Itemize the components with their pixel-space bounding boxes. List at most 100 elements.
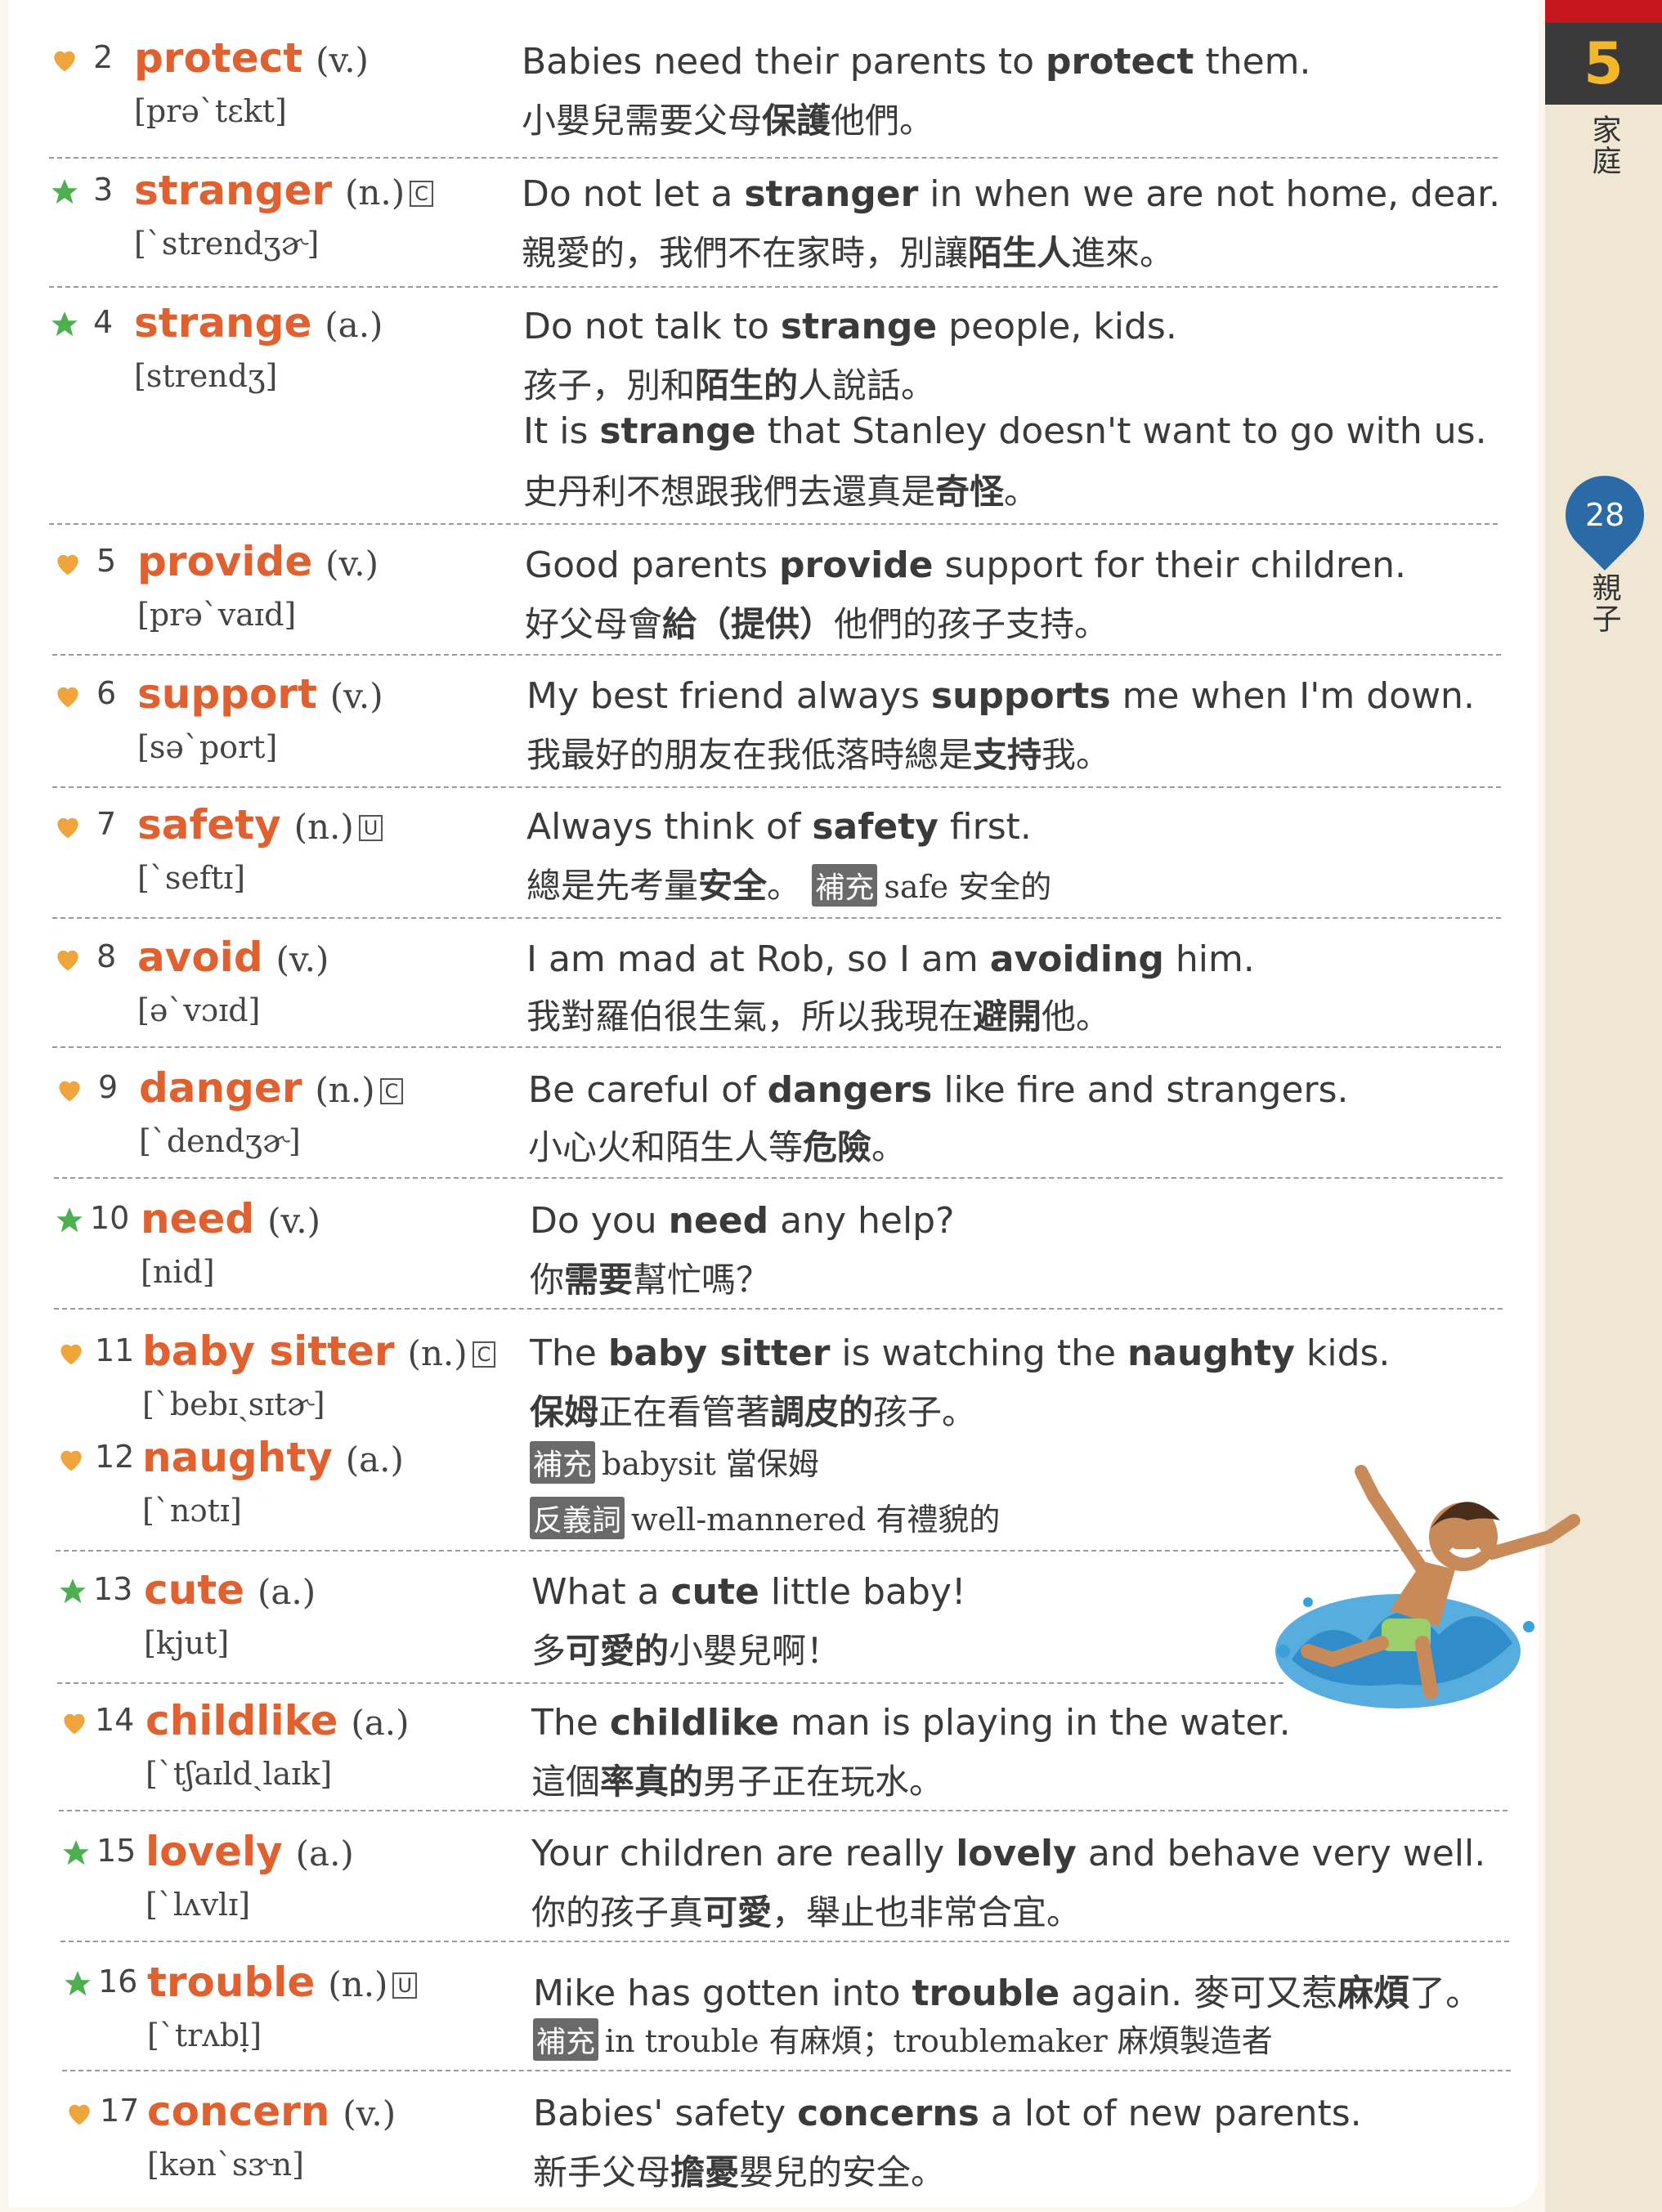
heart-icon [64, 1713, 85, 1735]
phonetic: [prəˋvaɪd] [137, 597, 297, 633]
supplement-text: in trouble 有麻煩；troublemaker 麻煩製造者 [605, 2023, 1273, 2059]
entry-number: 2 [93, 39, 114, 75]
headword: baby sitter [142, 1328, 395, 1375]
example-zh: 新手父母擔憂嬰兒的安全。 [533, 2152, 946, 2192]
phonetic: [ˋstrendʒɚ] [134, 226, 320, 262]
heart-icon [57, 817, 78, 839]
phonetic: [səˋport] [137, 729, 278, 765]
example-zh: 你的孩子真可愛，舉止也非常合宜。 [531, 1892, 1082, 1932]
headword: support [137, 670, 317, 718]
entry-number: 17 [100, 2093, 140, 2129]
example-zh: 小嬰兒需要父母保護他們。 [522, 101, 934, 141]
part-of-speech: (n.) [344, 172, 405, 213]
phonetic: [kjut] [144, 1625, 230, 1661]
example-zh: 這個率真的男子正在玩水。 [531, 1762, 944, 1802]
headword: provide [137, 538, 313, 585]
headword: stranger [134, 167, 333, 214]
antonym-note: 反義詞 well-mannered 有禮貌的 [530, 1494, 1000, 1539]
phonetic: [ˋseftɪ] [137, 860, 246, 896]
star-icon [60, 1578, 86, 1604]
divider [49, 157, 1498, 159]
phonetic: [ˋtrʌbḷ] [147, 2017, 262, 2053]
supplement-tag: 補充 [530, 1441, 596, 1484]
star-icon [56, 1207, 83, 1233]
side-tab [1545, 0, 1662, 2212]
countable-badge: C [410, 180, 433, 207]
part-of-speech: (a.) [295, 1834, 354, 1874]
part-of-speech: (a.) [351, 1703, 410, 1743]
headword: safety [137, 801, 281, 849]
entry-number: 13 [93, 1571, 133, 1607]
divider [49, 286, 1498, 288]
part-of-speech: (v.) [316, 40, 369, 80]
example-en: My best friend always supports me when I… [526, 675, 1475, 717]
heart-icon [57, 950, 78, 971]
heart-icon [54, 51, 75, 72]
example-zh: 孩子，別和陌生的人說話。 [523, 365, 936, 405]
heart-icon [57, 687, 78, 708]
part-of-speech: (v.) [343, 2093, 396, 2134]
headword: strange [134, 299, 312, 347]
uncountable-badge: U [392, 1972, 418, 1999]
phonetic: [ˋlʌvlɪ] [146, 1887, 251, 1923]
example-zh: 我最好的朋友在我低落時總是支持我。 [526, 735, 1111, 775]
countable-badge: C [379, 1077, 404, 1104]
example-zh: 小心火和陌生人等危險。 [528, 1127, 907, 1167]
heart-icon [57, 554, 78, 575]
antonym-tag: 反義詞 [530, 1497, 625, 1539]
entry-number: 7 [96, 806, 117, 842]
supplement-tag: 補充 [812, 864, 878, 907]
example-zh: 總是先考量安全。 補充 safe 安全的 [526, 864, 1052, 907]
example-en: Do not let a stranger in when we are not… [522, 173, 1501, 215]
heart-icon [59, 1081, 80, 1102]
phonetic: [ˋnɔtɪ] [142, 1493, 242, 1529]
divider [52, 1046, 1501, 1048]
part-of-speech: (a.) [257, 1572, 316, 1612]
example-zh: 好父母會給（提供）他們的孩子支持。 [525, 604, 1109, 644]
divider [49, 523, 1498, 525]
boy-splashing-illustration [1275, 1465, 1580, 1708]
example-zh: 我對羅伯很生氣，所以我現在避開他。 [526, 996, 1111, 1037]
phonetic: [nid] [141, 1254, 215, 1290]
entry-number: 16 [98, 1963, 138, 1999]
supplement-text: babysit 當保姆 [602, 1446, 819, 1482]
example-en: The childlike man is playing in the wate… [531, 1702, 1291, 1744]
divider [54, 1177, 1503, 1179]
star-icon [52, 311, 78, 337]
entry-number: 5 [96, 543, 117, 579]
supplement-note: 補充 in trouble 有麻煩；troublemaker 麻煩製造者 [533, 2016, 1273, 2061]
part-of-speech: (n.) [315, 1070, 375, 1110]
part-of-speech: (n.) [293, 807, 354, 847]
example-zh: 保姆正在看管著調皮的孩子。 [530, 1392, 977, 1432]
part-of-speech: (n.) [407, 1333, 468, 1373]
part-of-speech: (v.) [276, 939, 329, 979]
tab-red-strip [1545, 0, 1662, 23]
example-en: Do not talk to strange people, kids. [523, 306, 1177, 347]
star-icon [52, 179, 78, 204]
headword: avoid [137, 934, 263, 981]
part-of-speech: (a.) [345, 1440, 404, 1480]
headword: naughty [142, 1434, 333, 1481]
headword: need [141, 1195, 255, 1243]
chapter-number: 5 [1545, 23, 1662, 105]
headword: childlike [146, 1697, 338, 1744]
entry-number: 8 [96, 938, 117, 974]
uncountable-badge: U [358, 814, 383, 841]
phonetic: [ˋtʃaɪldˏlaɪk] [146, 1756, 333, 1792]
entry-number: 10 [90, 1200, 130, 1236]
example-en: Babies' safety concerns a lot of new par… [533, 2093, 1362, 2134]
divider [52, 917, 1501, 919]
heart-icon [60, 1450, 82, 1471]
phonetic: [ˋdendʒɚ] [139, 1123, 301, 1159]
example-en: Be careful of dangers like fire and stra… [528, 1069, 1349, 1111]
part-of-speech: (v.) [329, 676, 383, 716]
example-en: Mike has gotten into trouble again. 麥可又惹… [533, 1972, 1482, 2014]
example-en: The baby sitter is watching the naughty … [530, 1332, 1391, 1374]
headword: concern [147, 2088, 330, 2135]
headword: cute [144, 1566, 245, 1614]
divider [54, 1308, 1503, 1310]
example-zh-2: 史丹利不想跟我們去還真是奇怪。 [523, 472, 1039, 512]
part-of-speech: (v.) [325, 544, 379, 584]
entry-number: 14 [95, 1702, 135, 1738]
headword: danger [139, 1064, 302, 1112]
